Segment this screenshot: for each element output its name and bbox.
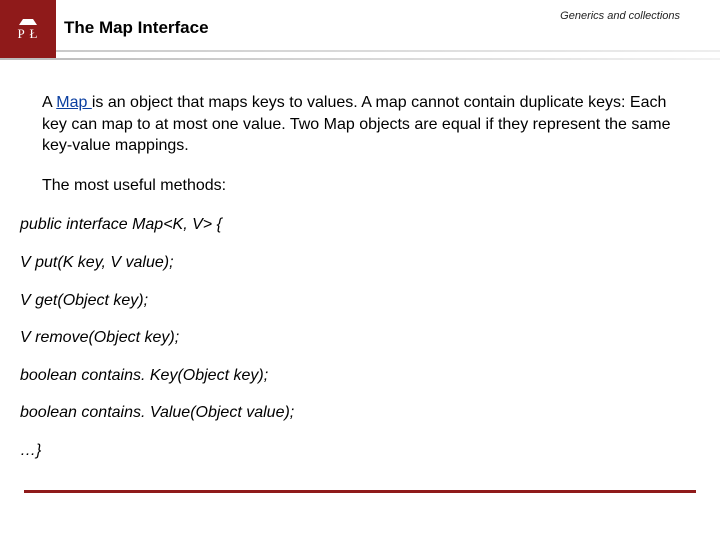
interface-signature: public interface Map<K, V> { [20,214,692,236]
map-link[interactable]: Map [56,94,92,111]
boat-icon [19,17,37,25]
title-rule [56,50,720,52]
university-logo: P Ł [0,0,56,58]
footer-rule [24,490,696,493]
paragraph-2: The most useful methods: [42,175,692,197]
text: A [42,94,56,111]
header-rule [0,58,720,60]
slide-body: A Map is an object that maps keys to val… [20,92,692,478]
logo-letters: P Ł [18,27,39,41]
method-containsvalue: boolean contains. Value(Object value); [20,402,692,424]
slide-title: The Map Interface [64,18,720,44]
title-area: The Map Interface [64,18,720,62]
method-get: V get(Object key); [20,290,692,312]
code-inline: Map [324,116,355,133]
method-put: V put(K key, V value); [20,252,692,274]
method-containskey: boolean contains. Key(Object key); [20,365,692,387]
interface-end: …} [20,440,692,462]
method-remove: V remove(Object key); [20,327,692,349]
slide: P Ł Generics and collections The Map Int… [0,0,720,540]
paragraph-1: A Map is an object that maps keys to val… [42,92,692,157]
